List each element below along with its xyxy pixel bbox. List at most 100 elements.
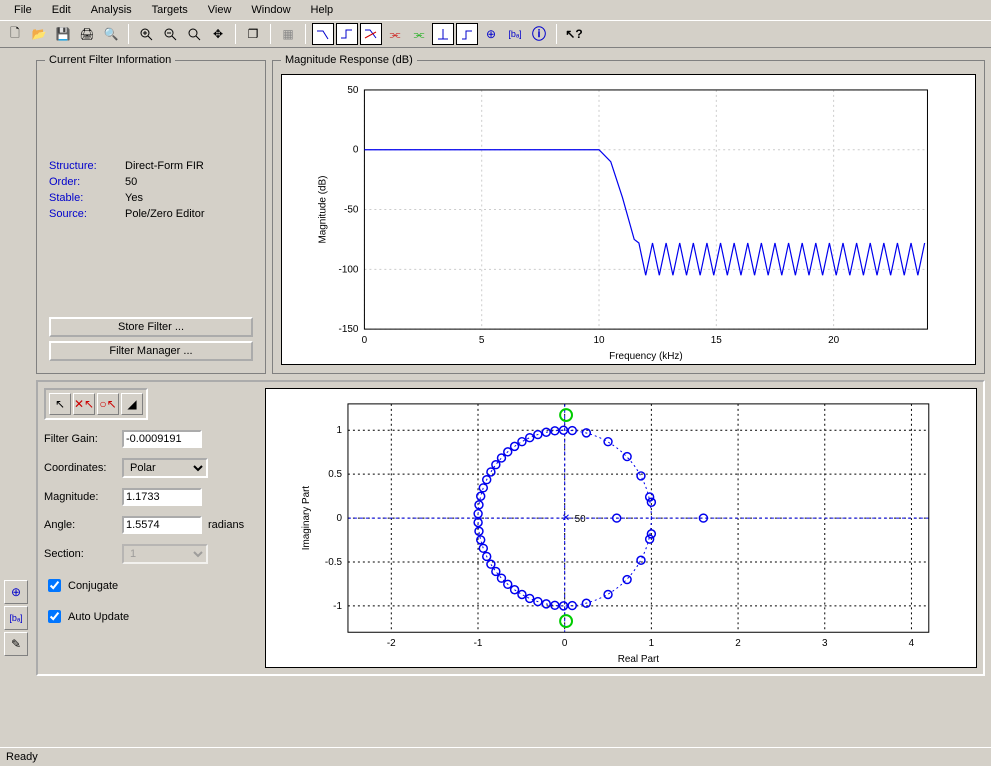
svg-text:20: 20 (828, 335, 840, 346)
new-icon[interactable]: 🗋 (4, 23, 26, 45)
svg-text:10: 10 (593, 335, 605, 346)
pole-zero-plot[interactable]: -2-101234-1-0.500.51✕50Real PartImaginar… (265, 388, 977, 668)
magphase-icon[interactable] (360, 23, 382, 45)
menu-view[interactable]: View (200, 2, 240, 18)
status-text: Ready (6, 751, 38, 763)
auto-update-label: Auto Update (68, 611, 129, 623)
info-label: Order: (49, 176, 119, 188)
svg-text:-0.5: -0.5 (325, 557, 343, 568)
side-coeff-icon[interactable]: [bₐ] (4, 606, 28, 630)
side-toolbar: ⊕ [bₐ] ✎ (4, 580, 28, 656)
pz-tool-row: ↖ ✕↖ ○↖ ◢ (44, 388, 148, 420)
magnitude-plot[interactable]: 0 5 10 15 20 -150 -100 -50 0 50 Frequency (kHz) Mag… (281, 74, 976, 365)
add-zero-icon[interactable]: ○↖ (97, 393, 119, 415)
svg-text:0: 0 (362, 335, 368, 346)
info-label: Structure: (49, 160, 119, 172)
svg-text:Imaginary Part: Imaginary Part (301, 486, 312, 551)
figure-icon[interactable]: ▦ (277, 23, 299, 45)
side-edit-icon[interactable]: ✎ (4, 632, 28, 656)
menu-analysis[interactable]: Analysis (83, 2, 140, 18)
svg-text:1: 1 (649, 638, 655, 649)
angle-unit: radians (208, 519, 244, 531)
polezero-icon[interactable]: ⊕ (480, 23, 502, 45)
magnitude-panel-title: Magnitude Response (dB) (281, 54, 417, 66)
section-select[interactable]: 1 (122, 544, 208, 564)
pole-zero-panel: ↖ ✕↖ ○↖ ◢ Filter Gain: Coordinates: Pola… (36, 380, 985, 676)
coeff-icon[interactable]: [bₐ] (504, 23, 526, 45)
step-icon[interactable] (456, 23, 478, 45)
svg-text:Frequency (kHz): Frequency (kHz) (609, 351, 683, 362)
filter-manager-button[interactable]: Filter Manager ... (49, 341, 253, 361)
pan-icon[interactable]: ✥ (207, 23, 229, 45)
svg-text:0.5: 0.5 (328, 469, 342, 480)
magnitude-input[interactable] (122, 488, 202, 506)
info-icon[interactable]: ⓘ (528, 23, 550, 45)
save-icon[interactable]: 💾 (52, 23, 74, 45)
svg-text:0: 0 (336, 513, 342, 524)
filter-gain-label: Filter Gain: (44, 433, 116, 445)
copy-icon[interactable]: ❐ (242, 23, 264, 45)
svg-text:-2: -2 (387, 638, 396, 649)
magnitude-icon[interactable] (312, 23, 334, 45)
filter-gain-input[interactable] (122, 430, 202, 448)
phasedelay-icon[interactable]: ⫘ (408, 23, 430, 45)
menu-targets[interactable]: Targets (144, 2, 196, 18)
erase-icon[interactable]: ◢ (121, 393, 143, 415)
menu-window[interactable]: Window (243, 2, 298, 18)
zoom-reset-icon[interactable] (183, 23, 205, 45)
svg-text:2: 2 (735, 638, 741, 649)
info-value: Pole/Zero Editor (125, 208, 204, 220)
preview-icon[interactable]: 🔍 (100, 23, 122, 45)
svg-text:50: 50 (575, 514, 587, 525)
help-icon[interactable]: ↖? (563, 23, 585, 45)
menu-edit[interactable]: Edit (44, 2, 79, 18)
svg-text:-100: -100 (339, 264, 359, 275)
groupdelay-icon[interactable]: ⫘ (384, 23, 406, 45)
magnitude-panel: Magnitude Response (dB) 0 5 10 15 20 -150 -100… (272, 54, 985, 374)
coordinates-label: Coordinates: (44, 462, 116, 474)
open-icon[interactable]: 📂 (28, 23, 50, 45)
svg-text:4: 4 (909, 638, 915, 649)
conjugate-label: Conjugate (68, 580, 118, 592)
delete-pole-icon[interactable]: ✕↖ (73, 393, 95, 415)
svg-text:5: 5 (479, 335, 485, 346)
angle-input[interactable] (122, 516, 202, 534)
zoom-out-icon[interactable] (159, 23, 181, 45)
impulse-icon[interactable] (432, 23, 454, 45)
svg-text:-1: -1 (474, 638, 483, 649)
svg-text:0: 0 (562, 638, 568, 649)
magnitude-label: Magnitude: (44, 491, 116, 503)
auto-update-checkbox[interactable] (48, 610, 61, 623)
svg-text:50: 50 (347, 85, 359, 96)
svg-text:3: 3 (822, 638, 828, 649)
print-icon[interactable]: 🖨 (76, 23, 98, 45)
status-bar: Ready (0, 747, 991, 766)
menubar: File Edit Analysis Targets View Window H… (0, 0, 991, 20)
svg-text:15: 15 (711, 335, 723, 346)
svg-text:✕: ✕ (562, 513, 570, 524)
svg-text:0: 0 (353, 145, 359, 156)
coordinates-select[interactable]: Polar (122, 458, 208, 478)
conjugate-checkbox[interactable] (48, 579, 61, 592)
filter-info-title: Current Filter Information (45, 54, 175, 66)
info-value: Yes (125, 192, 143, 204)
svg-text:-150: -150 (339, 324, 359, 335)
info-value: 50 (125, 176, 137, 188)
section-label: Section: (44, 548, 116, 560)
svg-text:Magnitude (dB): Magnitude (dB) (318, 176, 329, 244)
menu-help[interactable]: Help (303, 2, 342, 18)
info-label: Stable: (49, 192, 119, 204)
select-tool-icon[interactable]: ↖ (49, 393, 71, 415)
info-label: Source: (49, 208, 119, 220)
menu-file[interactable]: File (6, 2, 40, 18)
angle-label: Angle: (44, 519, 116, 531)
svg-text:-50: -50 (344, 205, 359, 216)
info-value: Direct-Form FIR (125, 160, 204, 172)
svg-text:-1: -1 (333, 601, 342, 612)
phase-icon[interactable] (336, 23, 358, 45)
svg-text:1: 1 (336, 425, 342, 436)
side-polezero-icon[interactable]: ⊕ (4, 580, 28, 604)
zoom-in-icon[interactable] (135, 23, 157, 45)
store-filter-button[interactable]: Store Filter ... (49, 317, 253, 337)
filter-info-panel: Current Filter Information Structure: Dir… (36, 54, 266, 374)
